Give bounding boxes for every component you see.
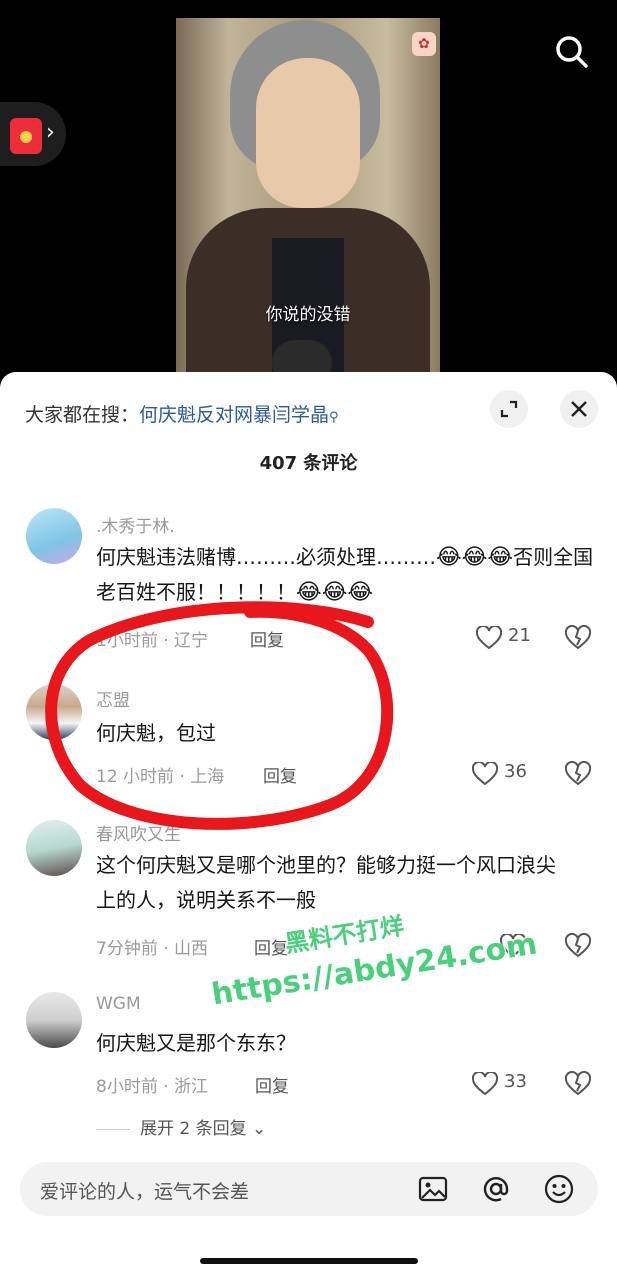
hot-search-keyword[interactable]: 何庆魁反对网暴闫学晶: [139, 404, 329, 426]
comment-text-part: 何庆魁违法赌博………必须处理………: [96, 545, 436, 569]
red-packet-icon: [10, 118, 42, 154]
broken-heart-icon[interactable]: [565, 933, 591, 959]
video-frame[interactable]: ✿ 你说的没错: [176, 18, 440, 380]
at-icon[interactable]: [481, 1174, 511, 1204]
heart-icon[interactable]: [476, 626, 502, 650]
crying-laughing-emoji: 😂😂😂: [296, 580, 374, 605]
comment-count: 407 条评论: [259, 453, 358, 474]
small-search-icon: ⚲: [329, 410, 339, 425]
home-indicator[interactable]: [200, 1258, 418, 1264]
avatar[interactable]: [26, 820, 82, 876]
hot-search-bar[interactable]: 大家都在搜：何庆魁反对网暴闫学晶⚲: [25, 400, 339, 427]
like-count: 33: [504, 1071, 527, 1092]
heart-icon[interactable]: [472, 1072, 498, 1096]
video-subtitle: 你说的没错: [265, 305, 351, 325]
comment-meta: 8小时前 · 浙江: [96, 1077, 209, 1097]
reply-button[interactable]: 回复: [250, 626, 284, 651]
close-button[interactable]: [560, 390, 598, 428]
broken-heart-icon[interactable]: [565, 625, 591, 651]
comment-meta: 7分钟前 · 山西: [96, 939, 209, 959]
close-icon: [571, 401, 587, 417]
comment-text[interactable]: 何庆魁违法赌博………必须处理………😂😂😂否则全国老百姓不服！！！！！😂😂😂: [96, 540, 596, 610]
comment-text[interactable]: 何庆魁，包过: [96, 716, 596, 751]
reply-button[interactable]: 回复: [254, 934, 288, 959]
chevron-right-icon: ›: [46, 120, 55, 145]
expand-replies-button[interactable]: 展开 2 条回复 ⌄: [96, 1114, 266, 1139]
broken-heart-icon[interactable]: [565, 1071, 591, 1097]
avatar[interactable]: [26, 992, 82, 1048]
search-icon: [556, 36, 588, 68]
chevron-down-icon: ⌄: [252, 1119, 267, 1139]
avatar[interactable]: [26, 508, 82, 564]
reply-button[interactable]: 回复: [263, 762, 297, 787]
expand-icon: [500, 400, 518, 418]
comments-panel: 大家都在搜：何庆魁反对网暴闫学晶⚲ 407 条评论 .木秀于林. 何庆魁违法赌博…: [0, 372, 617, 1280]
heart-icon[interactable]: [472, 762, 498, 786]
comment-meta: 12 小时前 · 上海: [96, 767, 225, 787]
expand-replies-label: 展开 2 条回复: [140, 1119, 247, 1139]
image-icon[interactable]: [418, 1174, 448, 1204]
crying-laughing-emoji: 😂😂😂: [436, 545, 514, 570]
comment-username[interactable]: WGM: [96, 994, 141, 1014]
comment-text[interactable]: 这个何庆魁又是哪个池里的？能够力挺一个风口浪尖上的人，说明关系不一般: [96, 848, 556, 918]
expand-button[interactable]: [490, 390, 528, 428]
comment-input[interactable]: 爱评论的人，运气不会差: [20, 1162, 598, 1216]
search-button[interactable]: [552, 32, 592, 72]
video-area[interactable]: ✿ 你说的没错 ›: [0, 0, 617, 380]
divider: [96, 1128, 130, 1130]
emoji-icon[interactable]: [544, 1174, 574, 1204]
avatar[interactable]: [26, 684, 82, 740]
red-packet-button[interactable]: ›: [0, 102, 66, 166]
sticker-icon: ✿: [412, 32, 436, 56]
video-person-face: [256, 58, 360, 208]
comment-username[interactable]: 忑盟: [96, 686, 130, 711]
comment-text[interactable]: 何庆魁又是那个东东？: [96, 1026, 596, 1061]
comment-meta: 1小时前 · 辽宁: [96, 631, 209, 651]
comment-input-placeholder: 爱评论的人，运气不会差: [40, 1181, 250, 1203]
comment-username[interactable]: .木秀于林.: [96, 512, 175, 537]
broken-heart-icon[interactable]: [565, 761, 591, 787]
like-count: 21: [508, 625, 531, 646]
hot-search-prefix: 大家都在搜：: [25, 404, 140, 426]
comment-username[interactable]: 春风吹又生: [96, 820, 181, 845]
like-count: 36: [504, 761, 527, 782]
reply-button[interactable]: 回复: [255, 1072, 289, 1097]
